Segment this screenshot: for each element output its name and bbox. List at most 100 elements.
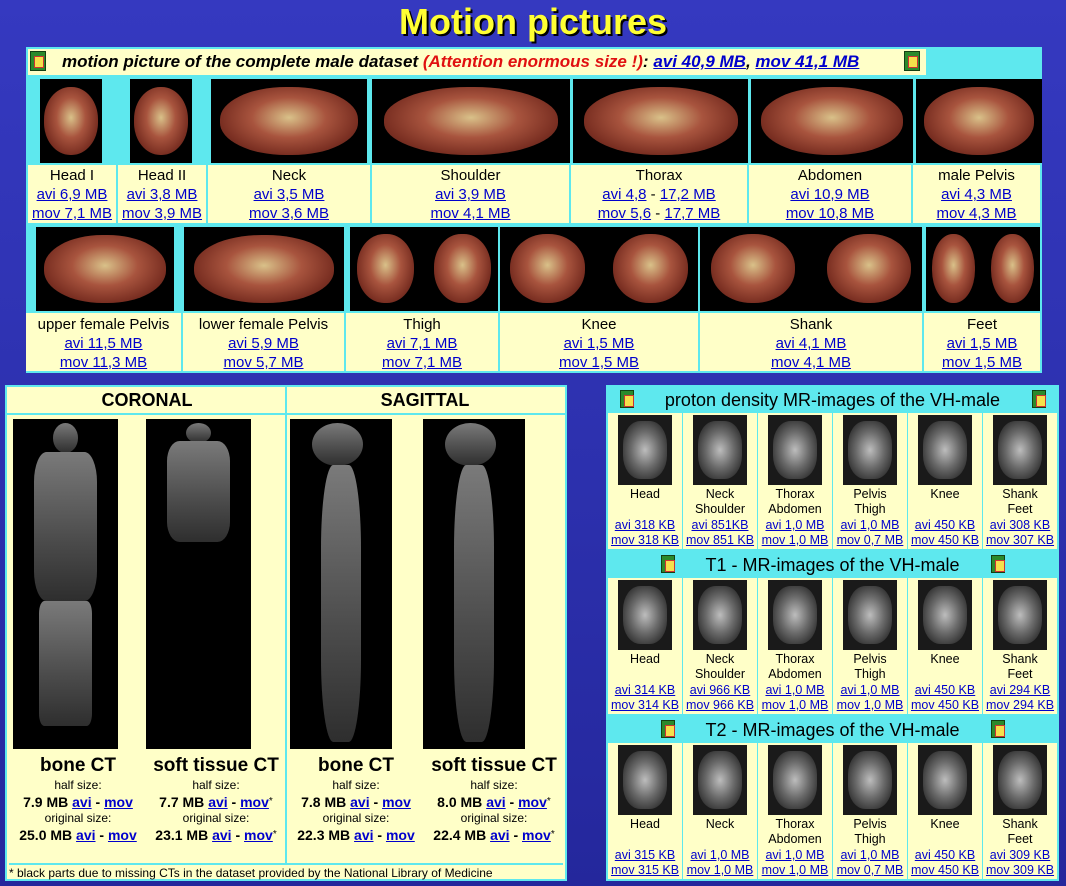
mov-link[interactable]: mov 1,0 MB xyxy=(837,698,904,712)
avi-link[interactable]: avi 308 KB xyxy=(990,518,1050,532)
avi-link[interactable]: avi 851KB xyxy=(692,518,749,532)
avi-link[interactable]: avi 1,0 MB xyxy=(690,848,749,862)
slice-thumbnail[interactable] xyxy=(372,79,570,163)
ct-image[interactable] xyxy=(146,419,251,643)
mov-link[interactable]: mov xyxy=(522,827,551,843)
avi-link[interactable]: avi 315 KB xyxy=(615,848,675,862)
avi-link[interactable]: avi xyxy=(212,827,231,843)
slice-thumbnail[interactable] xyxy=(40,79,102,163)
avi-link[interactable]: avi 1,0 MB xyxy=(840,848,899,862)
mov-link[interactable]: mov 5,6 xyxy=(598,205,651,222)
avi-link[interactable]: avi 309 KB xyxy=(990,848,1050,862)
ct-image[interactable] xyxy=(13,419,118,749)
mov-link[interactable]: mov 307 KB xyxy=(986,533,1054,547)
avi-link[interactable]: avi xyxy=(486,794,505,810)
avi-link[interactable]: avi 7,1 MB xyxy=(387,335,458,352)
slice-thumbnail[interactable] xyxy=(916,79,1042,163)
mov-link[interactable]: mov 0,7 MB xyxy=(837,863,904,877)
slice-thumbnail[interactable] xyxy=(751,79,913,163)
avi-link[interactable]: avi 314 KB xyxy=(615,683,675,697)
mov-link[interactable]: mov 851 KB xyxy=(686,533,754,547)
avi-link[interactable]: avi 11,5 MB xyxy=(64,335,142,352)
avi-link[interactable]: avi xyxy=(354,827,373,843)
mri-thumbnail[interactable] xyxy=(618,580,672,650)
slice-thumbnail[interactable] xyxy=(500,227,698,311)
avi-link[interactable]: avi 6,9 MB xyxy=(37,186,108,203)
mov-link[interactable]: mov 4,1 MB xyxy=(771,354,851,371)
mov-link[interactable]: mov 7,1 MB xyxy=(382,354,462,371)
avi-link[interactable]: avi 1,0 MB xyxy=(840,518,899,532)
avi-link[interactable]: avi xyxy=(72,794,91,810)
avi-link[interactable]: avi 294 KB xyxy=(990,683,1050,697)
mov-link[interactable]: mov 4,1 MB xyxy=(430,205,510,222)
mov-link[interactable]: mov xyxy=(382,794,411,810)
mri-thumbnail[interactable] xyxy=(693,415,747,485)
slice-thumbnail[interactable] xyxy=(184,227,344,311)
slice-thumbnail[interactable] xyxy=(573,79,748,163)
mri-thumbnail[interactable] xyxy=(618,415,672,485)
mov-link[interactable]: mov 450 KB xyxy=(911,863,979,877)
slice-thumbnail[interactable] xyxy=(130,79,192,163)
avi-link[interactable]: avi 966 KB xyxy=(690,683,750,697)
mri-thumbnail[interactable] xyxy=(993,745,1047,815)
avi-link[interactable]: avi 1,5 MB xyxy=(947,335,1018,352)
mov-link[interactable]: mov 0,7 MB xyxy=(837,533,904,547)
avi-link[interactable]: avi 1,0 MB xyxy=(765,683,824,697)
mri-thumbnail[interactable] xyxy=(918,580,972,650)
mov-link[interactable]: 17,7 MB xyxy=(664,205,720,222)
mov-link[interactable]: mov 5,7 MB xyxy=(223,354,303,371)
mov-link[interactable]: mov 1,5 MB xyxy=(942,354,1022,371)
mri-thumbnail[interactable] xyxy=(918,415,972,485)
mri-thumbnail[interactable] xyxy=(843,580,897,650)
avi-link[interactable]: avi 3,9 MB xyxy=(435,186,506,203)
avi-link[interactable]: avi 4,3 MB xyxy=(941,186,1012,203)
mov-link[interactable]: mov 1,0 MB xyxy=(762,533,829,547)
avi-link[interactable]: avi xyxy=(490,827,509,843)
mov-link[interactable]: mov 10,8 MB xyxy=(786,205,874,222)
avi-link[interactable]: avi 450 KB xyxy=(915,848,975,862)
mov-link[interactable]: mov 11,3 MB xyxy=(60,354,147,371)
slice-thumbnail[interactable] xyxy=(926,227,1040,311)
avi-link[interactable]: avi 450 KB xyxy=(915,518,975,532)
slice-thumbnail[interactable] xyxy=(350,227,498,311)
mri-thumbnail[interactable] xyxy=(993,415,1047,485)
mri-thumbnail[interactable] xyxy=(843,415,897,485)
mov-link[interactable]: mov 450 KB xyxy=(911,698,979,712)
mov-link[interactable]: mov 314 KB xyxy=(611,698,679,712)
mri-thumbnail[interactable] xyxy=(768,415,822,485)
mri-thumbnail[interactable] xyxy=(693,580,747,650)
avi-link[interactable]: avi xyxy=(208,794,227,810)
ct-image[interactable] xyxy=(423,419,525,749)
avi-link[interactable]: avi 10,9 MB xyxy=(790,186,869,203)
avi-link[interactable]: avi 450 KB xyxy=(915,683,975,697)
mov-link[interactable]: mov 309 KB xyxy=(986,863,1054,877)
mri-thumbnail[interactable] xyxy=(768,580,822,650)
mov-link[interactable]: mov xyxy=(386,827,415,843)
avi-link[interactable]: 17,2 MB xyxy=(660,186,716,203)
mri-thumbnail[interactable] xyxy=(843,745,897,815)
mov-link[interactable]: mov xyxy=(240,794,269,810)
mov-link[interactable]: mov 315 KB xyxy=(611,863,679,877)
slice-thumbnail[interactable] xyxy=(36,227,174,311)
avi-link[interactable]: avi xyxy=(76,827,95,843)
avi-link[interactable]: avi 4,8 xyxy=(602,186,646,203)
mov-link[interactable]: mov 1,0 MB xyxy=(762,698,829,712)
avi-link[interactable]: avi 1,5 MB xyxy=(564,335,635,352)
complete-avi-link[interactable]: avi 40,9 MB xyxy=(653,52,746,71)
mov-link[interactable]: mov xyxy=(104,794,133,810)
mov-link[interactable]: mov 1,5 MB xyxy=(559,354,639,371)
mov-link[interactable]: mov 1,0 MB xyxy=(762,863,829,877)
complete-mov-link[interactable]: mov 41,1 MB xyxy=(755,52,859,71)
mri-thumbnail[interactable] xyxy=(618,745,672,815)
mov-link[interactable]: mov 294 KB xyxy=(986,698,1054,712)
avi-link[interactable]: avi 3,8 MB xyxy=(127,186,198,203)
avi-link[interactable]: avi 318 KB xyxy=(615,518,675,532)
mov-link[interactable]: mov 4,3 MB xyxy=(936,205,1016,222)
mov-link[interactable]: mov 3,6 MB xyxy=(249,205,329,222)
avi-link[interactable]: avi 4,1 MB xyxy=(776,335,847,352)
mov-link[interactable]: mov 318 KB xyxy=(611,533,679,547)
avi-link[interactable]: avi 1,0 MB xyxy=(840,683,899,697)
avi-link[interactable]: avi 5,9 MB xyxy=(228,335,299,352)
slice-thumbnail[interactable] xyxy=(700,227,922,311)
mov-link[interactable]: mov 1,0 MB xyxy=(687,863,754,877)
